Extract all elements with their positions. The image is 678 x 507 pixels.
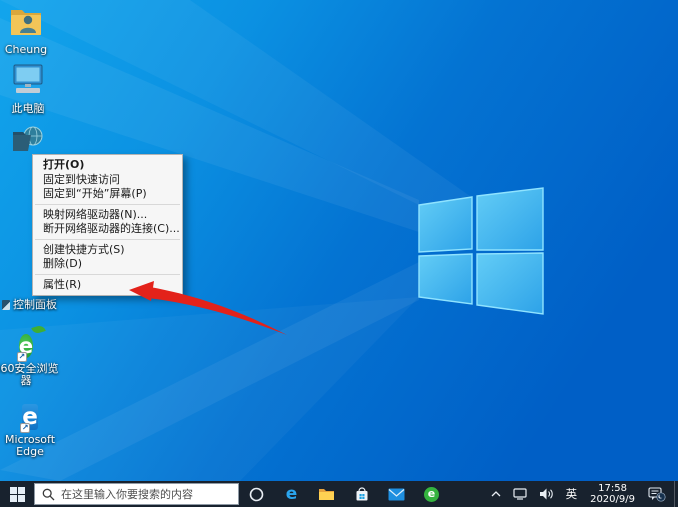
shortcut-arrow-icon: ↗ <box>17 352 27 362</box>
file-explorer-icon <box>318 487 335 501</box>
control-panel-icon <box>2 300 10 310</box>
search-icon <box>42 488 55 501</box>
menu-item-disconnect-network-drive[interactable]: 断开网络驱动器的连接(C)... <box>33 222 182 237</box>
edge-icon: e ↗ <box>22 403 38 432</box>
taskbar-icon-360-browser[interactable]: e <box>414 481 449 507</box>
clock-time: 17:58 <box>590 483 635 494</box>
action-center-icon <box>648 487 666 502</box>
desktop-icon-label: Microsoft Edge <box>2 434 58 457</box>
desktop-icon-360-browser[interactable]: e ↗ 360安全浏览器 <box>0 331 56 386</box>
windows-start-icon <box>10 487 25 502</box>
menu-item-create-shortcut[interactable]: 创建快捷方式(S) <box>33 243 182 258</box>
taskbar-clock[interactable]: 17:58 2020/9/9 <box>585 483 640 505</box>
desktop-icon-label: 360安全浏览器 <box>0 363 59 386</box>
action-center-button[interactable] <box>644 481 670 507</box>
mail-icon <box>388 488 405 501</box>
network-tray-button[interactable] <box>509 481 531 507</box>
taskbar-search[interactable] <box>34 483 239 505</box>
desktop-icon-label: 此电脑 <box>12 103 45 115</box>
shortcut-arrow-icon: ↗ <box>20 423 30 433</box>
ime-indicator[interactable]: 英 <box>562 481 582 507</box>
volume-tray-button[interactable] <box>535 481 558 507</box>
edge-icon: e <box>286 486 298 503</box>
network-icon <box>513 488 527 500</box>
desktop-icon-this-pc[interactable]: 此电脑 <box>0 63 58 115</box>
desktop-icon-label: Cheung <box>5 44 47 56</box>
menu-item-map-network-drive[interactable]: 映射网络驱动器(N)... <box>33 208 182 223</box>
taskbar-icon-file-explorer[interactable] <box>309 481 344 507</box>
menu-separator <box>35 274 180 275</box>
windows-desktop: Cheung 此电脑 控制面板 e <box>0 0 678 507</box>
taskbar: e e <box>0 481 678 507</box>
taskbar-icon-edge[interactable]: e <box>274 481 309 507</box>
context-menu: 打开(O) 固定到快速访问 固定到“开始”屏幕(P) 映射网络驱动器(N)...… <box>32 154 183 296</box>
taskbar-icon-cortana[interactable] <box>239 481 274 507</box>
desktop-icon-microsoft-edge[interactable]: e ↗ Microsoft Edge <box>0 403 60 457</box>
360-browser-icon: e ↗ <box>19 331 33 361</box>
clock-date: 2020/9/9 <box>590 494 635 505</box>
menu-item-delete[interactable]: 删除(D) <box>33 257 182 272</box>
taskbar-icon-mail[interactable] <box>379 481 414 507</box>
360-browser-icon: e <box>424 487 439 502</box>
start-button[interactable] <box>0 481 34 507</box>
desktop-icon-control-panel[interactable]: 控制面板 <box>2 299 57 311</box>
user-folder-icon <box>7 6 45 42</box>
menu-item-open[interactable]: 打开(O) <box>33 158 182 173</box>
menu-item-pin-quick-access[interactable]: 固定到快速访问 <box>33 173 182 188</box>
search-input[interactable] <box>61 488 226 501</box>
this-pc-icon <box>9 63 47 101</box>
cortana-icon <box>249 487 264 502</box>
desktop-icon-user-folder[interactable]: Cheung <box>0 6 56 56</box>
system-tray: 英 17:58 2020/9/9 <box>487 481 678 507</box>
menu-separator <box>35 239 180 240</box>
menu-item-pin-to-start[interactable]: 固定到“开始”屏幕(P) <box>33 187 182 202</box>
menu-item-properties[interactable]: 属性(R) <box>33 278 182 293</box>
show-desktop-button[interactable] <box>674 481 678 507</box>
store-icon <box>354 486 370 502</box>
chevron-up-icon <box>491 491 501 497</box>
taskbar-icon-store[interactable] <box>344 481 379 507</box>
desktop-icon-label: 控制面板 <box>13 299 57 311</box>
menu-separator <box>35 204 180 205</box>
hidden-icons-button[interactable] <box>487 481 505 507</box>
volume-icon <box>539 488 554 500</box>
